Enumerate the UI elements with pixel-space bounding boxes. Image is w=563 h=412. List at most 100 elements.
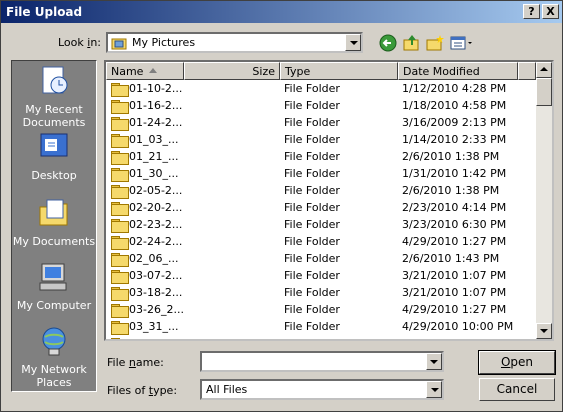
file-row[interactable]: 02_06_... File Folder 2/6/2010 1:43 PM <box>106 250 536 267</box>
back-icon[interactable] <box>378 33 398 53</box>
column-header-size[interactable]: Size <box>184 62 280 80</box>
up-folder-icon[interactable] <box>402 33 422 53</box>
file-row[interactable]: 03_31_... File Folder 4/29/2010 10:00 PM <box>106 318 536 335</box>
file-name-label: File name: <box>107 356 164 369</box>
place-my-computer[interactable]: My Computer <box>12 261 96 312</box>
file-type: File Folder <box>284 320 340 333</box>
file-row[interactable]: 01-24-2... File Folder 3/16/2009 2:13 PM <box>106 114 536 131</box>
file-row[interactable]: 02-23-2... File Folder 3/23/2010 6:30 PM <box>106 216 536 233</box>
file-name-field[interactable] <box>200 351 444 372</box>
file-row[interactable]: 02-05-2... File Folder 2/6/2010 1:38 PM <box>106 182 536 199</box>
place-my-recent-documents[interactable]: My Recent Documents <box>12 65 96 129</box>
file-type: File Folder <box>284 303 340 316</box>
folder-icon <box>111 253 129 267</box>
file-row[interactable]: 03-18-2... File Folder 3/21/2010 1:07 PM <box>106 284 536 301</box>
file-date: 3/23/2010 6:30 PM <box>402 218 507 231</box>
open-button[interactable]: Open <box>478 350 556 375</box>
file-date: 1/31/2010 1:42 PM <box>402 167 507 180</box>
file-date: 2/6/2010 1:43 PM <box>402 252 500 265</box>
file-name: 01_30_... <box>129 167 179 180</box>
file-upload-dialog: File Upload ? X Look in: My Pictures My … <box>0 0 563 412</box>
file-date: 1/18/2010 4:58 PM <box>402 99 507 112</box>
file-row[interactable]: 03-07-2... File Folder 3/21/2010 1:07 PM <box>106 267 536 284</box>
vertical-scrollbar[interactable] <box>536 62 552 339</box>
column-header-filler <box>518 62 536 80</box>
recent-documents-icon <box>42 66 68 94</box>
file-name: 01_03_... <box>129 133 179 146</box>
scroll-down-icon[interactable] <box>536 323 552 339</box>
file-type: File Folder <box>284 218 340 231</box>
views-menu-icon[interactable] <box>449 33 475 53</box>
file-type: File Folder <box>284 167 340 180</box>
file-date: 2/23/2010 4:14 PM <box>402 201 507 214</box>
scroll-thumb[interactable] <box>536 78 552 106</box>
file-date: 3/16/2009 2:13 PM <box>402 116 507 129</box>
file-row[interactable]: 01-16-2... File Folder 1/18/2010 4:58 PM <box>106 97 536 114</box>
files-of-type-label: Files of type: <box>107 384 178 397</box>
folder-icon <box>111 202 129 216</box>
file-row[interactable]: 02-24-2... File Folder 4/29/2010 1:27 PM <box>106 233 536 250</box>
file-type: File Folder <box>284 269 340 282</box>
file-row[interactable]: 01_21_... File Folder 2/6/2010 1:38 PM <box>106 148 536 165</box>
column-header-name[interactable]: Name <box>106 62 184 80</box>
my-computer-icon <box>39 263 67 291</box>
file-type: File Folder <box>284 235 340 248</box>
file-type: File Folder <box>284 150 340 163</box>
file-name-dropdown-icon[interactable] <box>426 353 442 370</box>
look-in-select[interactable]: My Pictures <box>106 32 363 53</box>
chevron-down-icon[interactable] <box>345 34 361 51</box>
file-name: 03-07-2... <box>129 269 183 282</box>
file-name: 03_31_... <box>129 320 179 333</box>
folder-icon <box>111 338 127 339</box>
place-my-documents[interactable]: My Documents <box>12 197 96 248</box>
network-places-icon <box>42 327 66 356</box>
cancel-button[interactable]: Cancel <box>479 378 555 401</box>
file-type: File Folder <box>284 116 340 129</box>
my-documents-icon <box>39 199 68 226</box>
my-pictures-folder-icon <box>111 38 127 50</box>
sort-ascending-icon <box>149 68 157 73</box>
file-date: 1/12/2010 4:28 PM <box>402 82 507 95</box>
file-row[interactable]: 01-10-2... File Folder 1/12/2010 4:28 PM <box>106 80 536 97</box>
file-name: 01-16-2... <box>129 99 183 112</box>
file-date: 3/21/2010 1:07 PM <box>402 269 507 282</box>
column-header-date-modified[interactable]: Date Modified <box>398 62 518 80</box>
places-bar: My Recent Documents Desktop My Documents… <box>11 60 97 392</box>
file-row[interactable]: 01_03_... File Folder 1/14/2010 2:33 PM <box>106 131 536 148</box>
file-type: File Folder <box>284 337 340 339</box>
place-my-network-places[interactable]: My Network Places <box>12 325 96 389</box>
new-folder-icon[interactable] <box>425 33 445 53</box>
file-row[interactable]: 01_30_... File Folder 1/31/2010 1:42 PM <box>106 165 536 182</box>
file-name: 02-05-2... <box>129 184 183 197</box>
title-bar[interactable]: File Upload ? X <box>1 1 562 23</box>
folder-icon <box>111 185 129 199</box>
file-name: 02-23-2... <box>129 218 183 231</box>
file-list[interactable]: Name Size Type Date Modified 01-10-2... F… <box>104 60 554 341</box>
file-date: 4/29/2010 1:27 PM <box>402 303 507 316</box>
folder-icon <box>111 83 129 97</box>
file-date: 1/14/2010 2:33 PM <box>402 133 507 146</box>
file-name: 01-24-2... <box>129 116 183 129</box>
close-button[interactable]: X <box>542 4 559 19</box>
folder-icon <box>111 270 129 284</box>
file-name: 02-20-2... <box>129 201 183 214</box>
file-row[interactable]: 03-26_2... File Folder 4/29/2010 1:27 PM <box>106 301 536 318</box>
file-date: 4/29/2010 1:27 PM <box>402 235 507 248</box>
file-row[interactable]: 02-20-2... File Folder 2/23/2010 4:14 PM <box>106 199 536 216</box>
place-desktop[interactable]: Desktop <box>12 131 96 182</box>
file-type: File Folder <box>284 184 340 197</box>
folder-icon <box>111 304 129 318</box>
file-type: File Folder <box>284 82 340 95</box>
folder-icon <box>111 151 129 165</box>
column-header-type[interactable]: Type <box>280 62 398 80</box>
desktop-icon <box>40 133 68 157</box>
files-of-type-select[interactable]: All Files <box>200 379 444 400</box>
file-date: 2/6/2010 1:38 PM <box>402 150 500 163</box>
scroll-up-icon[interactable] <box>536 62 552 78</box>
file-date: 4/29/2010 10:00 PM <box>402 320 514 333</box>
folder-icon <box>111 100 129 114</box>
chevron-down-icon[interactable] <box>426 381 442 398</box>
folder-icon <box>111 219 129 233</box>
file-row[interactable]: 04-01-2... File Folder 5/14/2010 3:28 PM <box>106 335 536 339</box>
help-button[interactable]: ? <box>523 4 540 19</box>
